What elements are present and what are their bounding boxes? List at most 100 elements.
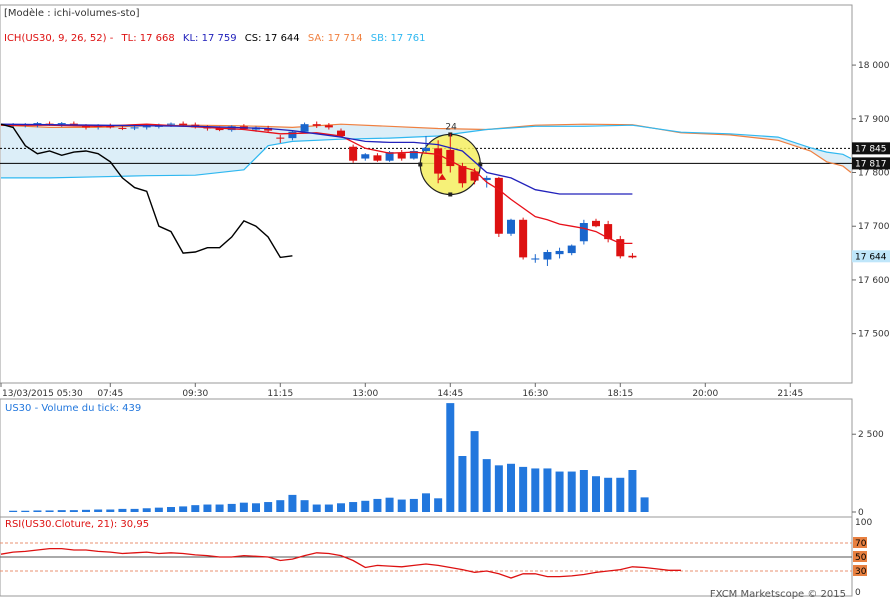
candle-body: [531, 258, 540, 260]
volume-bar: [434, 498, 443, 512]
candle-body: [118, 127, 127, 129]
volume-bar: [239, 502, 248, 512]
rsi-axis-tick-label: 0: [855, 588, 861, 598]
candle-body: [519, 219, 528, 258]
annotation-label: 24: [445, 123, 457, 133]
rsi-axis-tick-label: 30: [855, 567, 867, 577]
volume-bar: [82, 509, 90, 512]
candle-body: [179, 123, 188, 126]
price-marker-label: 17 644: [855, 252, 887, 262]
candle-body: [592, 220, 600, 227]
price-axis-tick-label: 17 900: [858, 115, 890, 125]
volume-axis-tick-label: 0: [858, 508, 864, 518]
rsi-axis-tick-label: 70: [855, 539, 867, 549]
candle-body: [434, 148, 443, 174]
volume-bar: [531, 468, 540, 512]
volume-bar: [33, 510, 42, 512]
candle-body: [422, 147, 430, 152]
price-marker-label: 17 845: [855, 144, 887, 154]
volume-bar: [300, 500, 309, 512]
volume-bar: [482, 459, 491, 512]
price-axis-tick-label: 17 500: [858, 330, 890, 340]
volume-bar: [167, 507, 175, 512]
price-axis-tick-label: 17 700: [858, 222, 890, 232]
volume-bar: [458, 456, 467, 512]
time-axis-tick-label: 16:30: [522, 389, 548, 399]
volume-bar: [227, 503, 236, 512]
volume-bar: [494, 465, 503, 512]
candle-body: [446, 149, 455, 167]
volume-bar: [288, 494, 297, 512]
volume-title: US30 - Volume du tick: 439: [5, 403, 141, 414]
volume-bar: [385, 497, 394, 512]
volume-bar: [69, 510, 78, 512]
price-marker-label: 17 817: [855, 159, 887, 169]
volume-bar: [130, 508, 139, 512]
volume-bar: [179, 506, 188, 512]
candle-body: [130, 127, 139, 129]
volume-bar: [252, 503, 260, 512]
candle-body: [300, 124, 309, 132]
volume-bar: [470, 431, 479, 512]
ichimoku-legend: ICH(US30, 9, 26, 52) - TL: 17 668 KL: 17…: [4, 33, 426, 44]
volume-bar: [592, 476, 600, 512]
volume-bar: [264, 502, 273, 512]
time-axis-tick-label: 11:15: [267, 389, 293, 399]
time-axis-tick-label: 09:30: [182, 389, 208, 399]
brand-footer: FXCM Marketscope © 2015: [710, 589, 846, 600]
chikou-legend: CS: 17 644: [245, 33, 300, 44]
volume-bar: [118, 508, 127, 512]
candle-body: [142, 126, 151, 128]
kijun-legend: KL: 17 759: [183, 33, 237, 44]
volume-bar: [373, 498, 382, 512]
rsi-axis-tick-label: 50: [855, 553, 867, 563]
volume-bar: [567, 471, 576, 512]
senkou-b-legend: SB: 17 761: [371, 33, 426, 44]
volume-bar: [543, 468, 552, 512]
volume-bar: [628, 470, 637, 512]
candle-body: [288, 131, 297, 139]
volume-bar: [640, 497, 649, 512]
highlight-handle[interactable]: [418, 162, 423, 167]
candle-body: [397, 153, 406, 159]
rsi-title: RSI(US30.Cloture, 21): 30,95: [5, 519, 149, 530]
rsi-axis-tick-label: 100: [855, 518, 872, 528]
volume-bar: [94, 509, 103, 512]
candle-body: [276, 137, 285, 139]
candle-body: [458, 166, 467, 184]
time-axis-tick-label: 18:15: [607, 389, 633, 399]
volume-bar: [337, 503, 345, 512]
volume-bar: [215, 504, 224, 512]
volume-bar: [507, 463, 515, 512]
volume-bar: [555, 471, 564, 512]
candle-body: [507, 219, 515, 234]
highlight-handle[interactable]: [448, 192, 453, 197]
volume-bar: [21, 510, 30, 512]
senkou-a-legend: SA: 17 714: [308, 33, 363, 44]
ichimoku-prefix: ICH(US30, 9, 26, 52) -: [4, 33, 114, 44]
candle-body: [567, 245, 576, 254]
price-axis-tick-label: 17 600: [858, 276, 890, 286]
volume-bar: [45, 510, 54, 512]
candle-body: [167, 123, 175, 125]
volume-bar: [312, 504, 321, 512]
volume-bar: [276, 500, 285, 512]
candle-body: [349, 146, 358, 161]
volume-bar: [446, 403, 455, 512]
volume-bar: [349, 502, 358, 512]
volume-bar: [191, 505, 200, 512]
volume-axis-tick-label: 2 500: [858, 430, 884, 440]
volume-bar: [142, 508, 151, 512]
volume-bar: [519, 466, 528, 512]
model-label: [Modèle : ichi-volumes-sto]: [4, 7, 140, 19]
volume-bar: [409, 498, 418, 512]
price-axis-tick-label: 17 800: [858, 169, 890, 179]
candle-body: [543, 252, 552, 260]
time-axis-tick-label: 13/03/2015 05:30: [2, 389, 83, 399]
volume-bar: [422, 493, 430, 512]
candle-body: [579, 223, 588, 242]
time-axis-tick-label: 20:00: [692, 389, 718, 399]
volume-bar: [9, 510, 18, 512]
time-axis-tick-label: 14:45: [437, 389, 463, 399]
time-axis-tick-label: 07:45: [97, 389, 123, 399]
